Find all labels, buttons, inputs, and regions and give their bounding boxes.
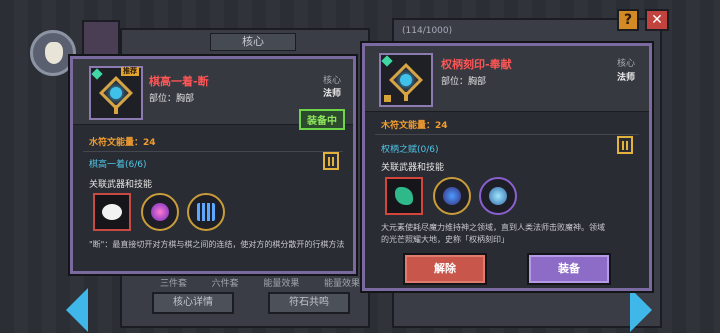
divider bbox=[375, 134, 639, 135]
rune-class: 法师 bbox=[616, 73, 635, 83]
rune-slot: 部位：胸部 bbox=[149, 94, 195, 104]
rune-type: 核心 bbox=[322, 76, 341, 86]
label-three-set: 三件套 bbox=[160, 279, 188, 289]
set-info-icon[interactable] bbox=[617, 136, 633, 154]
core-tab[interactable]: 核心 bbox=[210, 33, 296, 51]
set-effect-labels: 三件套 六件套 能量效果 能量效果 bbox=[160, 276, 360, 289]
description-line: 大元素使耗尽魔力维持神之领域，直到人类法师击败魔神。领域 bbox=[381, 223, 605, 232]
black-white-stone-icon[interactable] bbox=[93, 193, 131, 231]
rune-energy: 木符文能量：24 bbox=[381, 121, 448, 131]
core-details-button[interactable]: 核心详情 bbox=[152, 292, 234, 314]
rune-title: 棋高一着-断 bbox=[149, 75, 209, 88]
rune-energy: 水符文能量：24 bbox=[89, 138, 156, 148]
next-arrow-icon[interactable] bbox=[630, 288, 652, 332]
rune-icon bbox=[99, 75, 133, 114]
equipped-rune-card: 推荐 棋高一着-断 部位：胸部 核心 法师 装备中 水符文能量：24 棋高一着(… bbox=[70, 56, 356, 274]
rune-slot: 部位：胸部 bbox=[441, 77, 487, 87]
selected-rune-card: 权柄刻印-奉献 部位：胸部 核心 法师 木符文能量：24 权柄之赋(0/6) 关… bbox=[362, 43, 652, 291]
rune-triangle-orb-icon[interactable] bbox=[433, 177, 471, 215]
prev-arrow-icon[interactable] bbox=[66, 288, 88, 332]
help-button[interactable]: ? bbox=[617, 9, 639, 31]
rune-title: 权柄刻印-奉献 bbox=[441, 58, 512, 71]
linked-label: 关联武器和技能 bbox=[381, 163, 445, 173]
rune-resonance-button[interactable]: 符石共鸣 bbox=[268, 292, 350, 314]
unequip-button[interactable]: 解除 bbox=[405, 255, 485, 283]
divider bbox=[83, 151, 343, 152]
close-button[interactable]: ✕ bbox=[645, 9, 669, 31]
rune-type: 核心 bbox=[616, 59, 635, 69]
lock-icon bbox=[384, 95, 391, 102]
label-energy-effect-1: 能量效果 bbox=[263, 279, 300, 289]
recommend-badge: 推荐 bbox=[121, 67, 139, 76]
equip-button[interactable]: 装备 bbox=[529, 255, 609, 283]
equipped-status: 装备中 bbox=[299, 109, 345, 130]
label-energy-effect-2: 能量效果 bbox=[323, 279, 360, 289]
set-info-icon[interactable] bbox=[323, 152, 339, 170]
rune-icon bbox=[389, 62, 423, 101]
rune-counter: (114/1000) bbox=[402, 26, 453, 36]
set-name: 权柄之赋(0/6) bbox=[381, 145, 439, 155]
rune-class: 法师 bbox=[322, 89, 341, 99]
rune-description: 大元素使耗尽魔力维持神之领域，直到人类法师击败魔神。领域 的光芒照耀大地，史称「… bbox=[381, 222, 643, 246]
description-line: 的光芒照耀大地，史称「权柄刻印」 bbox=[381, 235, 509, 244]
rune-icon-frame bbox=[379, 53, 433, 107]
book-icon[interactable] bbox=[82, 20, 120, 56]
linked-label: 关联武器和技能 bbox=[89, 180, 153, 190]
grid-orb-icon[interactable] bbox=[187, 193, 225, 231]
set-name: 棋高一着(6/6) bbox=[89, 160, 147, 170]
galaxy-orb-icon[interactable] bbox=[141, 193, 179, 231]
green-dragon-icon[interactable] bbox=[385, 177, 423, 215]
rune-description: "断"：最直接切开对方棋与棋之间的连结，使对方的棋分散开的行棋方法 bbox=[89, 240, 345, 249]
cyan-wing-orb-icon[interactable] bbox=[479, 177, 517, 215]
label-six-set: 六件套 bbox=[211, 279, 239, 289]
